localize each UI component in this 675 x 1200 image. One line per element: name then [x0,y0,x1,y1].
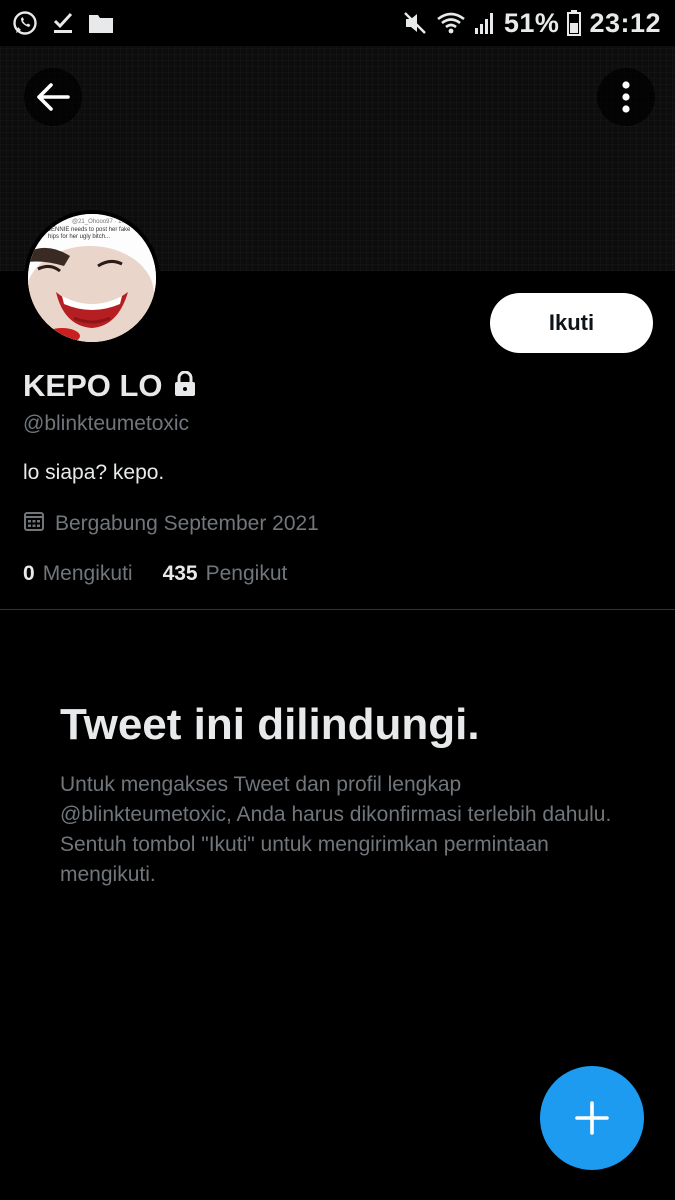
profile-screen: 51% 23:12 @21_Ohooo97 · 17 JENNIE needs … [0,0,675,1200]
avatar-tweet-line2: JENNIE needs to post her fake [48,227,131,233]
avatar[interactable]: @21_Ohooo97 · 17 JENNIE needs to post he… [24,210,160,346]
follow-stats: 0 Mengikuti 435 Pengikut [23,562,287,586]
whatsapp-icon [12,10,38,36]
signal-icon [474,11,496,35]
followers-count[interactable]: 435 [163,562,198,586]
checkmark-download-icon [52,11,74,35]
clock: 23:12 [589,7,661,38]
display-name: KEPO LO [23,368,163,403]
avatar-tweet-line1: @21_Ohooo97 · 17 [72,219,125,225]
protected-title: Tweet ini dilindungi. [60,700,480,749]
status-bar: 51% 23:12 [0,0,675,46]
calendar-icon [23,510,45,538]
following-count[interactable]: 0 [23,562,35,586]
join-date: Bergabung September 2021 [23,510,319,538]
avatar-tweet-line3: hips for her ugly bitch... [48,234,110,240]
join-date-text: Bergabung September 2021 [55,512,319,535]
plus-icon [575,1101,609,1135]
battery-icon [567,10,582,36]
compose-tweet-button[interactable] [540,1066,644,1170]
section-divider [0,609,675,610]
mute-icon [402,10,428,36]
user-bio: lo siapa? kepo. [23,461,165,484]
name-row: KEPO LO [23,368,197,404]
follow-button[interactable]: Ikuti [490,293,653,353]
back-button[interactable] [24,68,82,126]
folder-icon [88,12,114,34]
more-options-button[interactable] [597,68,655,126]
battery-percent: 51% [503,7,560,38]
followers-label[interactable]: Pengikut [206,562,288,586]
following-label[interactable]: Mengikuti [43,562,133,586]
protected-body: Untuk mengakses Tweet dan profil lengkap… [60,773,612,886]
back-arrow-icon [37,83,70,111]
lock-icon [173,370,197,402]
user-handle: @blinkteumetoxic [23,412,190,435]
wifi-icon [436,10,466,36]
avatar-image: @21_Ohooo97 · 17 JENNIE needs to post he… [28,214,156,342]
more-vertical-icon [622,81,630,113]
